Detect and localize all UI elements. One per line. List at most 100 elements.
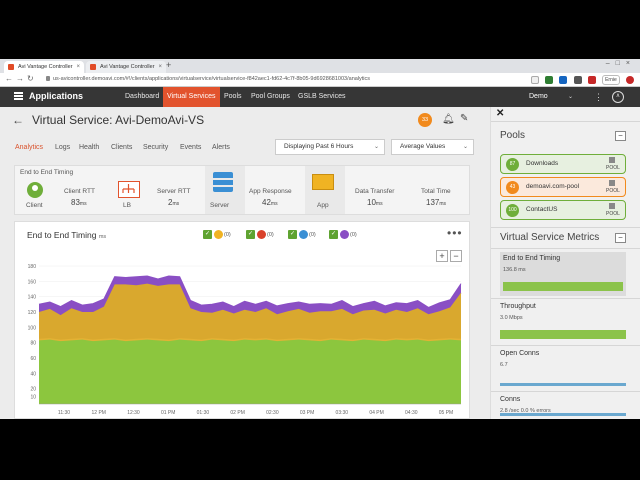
end-to-end-summary: End to End Timing Client Client RTT 83ms… (14, 165, 470, 215)
y-tick-label: 160 (28, 279, 37, 285)
x-tick-label: 12 PM (92, 410, 106, 416)
extension-icon[interactable] (573, 76, 582, 84)
value-type-value: Average Values (400, 143, 446, 150)
health-score-badge: 87 (506, 158, 519, 171)
server-node[interactable]: Server (205, 166, 245, 214)
y-tick-label: 80 (30, 341, 36, 347)
lb-diagram (122, 184, 135, 193)
tab-events[interactable]: Events (180, 144, 201, 151)
address-bar: ← → ↻ us-avicontroller.demoavi.com/#!/cl… (0, 73, 640, 87)
metrics-heading: Virtual Service Metrics (500, 232, 600, 243)
y-tick-label: 180 (28, 264, 37, 270)
forward-nav-icon[interactable]: → (16, 74, 24, 83)
x-tick-label: 03:30 (336, 410, 349, 416)
metric-end-to-end-timing[interactable]: End to End Timing 136.8 ms (500, 252, 626, 296)
screen: Avi Vantage Controller × Avi Vantage Con… (0, 59, 640, 419)
star-icon[interactable] (530, 76, 539, 84)
client-icon[interactable] (27, 182, 43, 198)
total-time-label: Total Time (421, 188, 451, 195)
metric-value: 3.0 Mbps (500, 315, 523, 321)
divider (491, 345, 640, 346)
extension-icon[interactable] (559, 76, 568, 84)
alert-count-badge[interactable]: 33 (418, 113, 432, 127)
extension-icon[interactable] (545, 76, 554, 84)
app-node[interactable]: App (305, 166, 345, 214)
app-response-value: 42ms (262, 198, 278, 207)
end-to-end-chart-panel: End to End Timing ms ✓ (0) ✓ (0) ✓ (0) ✓ (0)… (14, 221, 470, 419)
nav-pool-groups[interactable]: Pool Groups (247, 87, 294, 107)
reload-icon[interactable]: ↻ (27, 74, 34, 83)
lock-icon (46, 76, 50, 81)
health-score-badge: 43 (506, 181, 519, 194)
metric-conns[interactable]: Conns 2.8 /sec 0.0 % errors (500, 393, 626, 419)
metric-sparkline (503, 282, 623, 291)
divider (491, 248, 640, 249)
page-title: Virtual Service: Avi-DemoAvi-VS (32, 113, 205, 127)
client-rtt-number: 83 (71, 198, 80, 207)
metric-open-conns[interactable]: Open Conns 6.7 (500, 347, 626, 391)
browser-tab[interactable]: Avi Vantage Controller × (4, 61, 84, 73)
bell-icon[interactable]: 🔔︎ (442, 114, 455, 125)
app-response-number: 42 (262, 198, 271, 207)
metric-label: End to End Timing (503, 255, 561, 262)
x-tick-label: 01:30 (197, 410, 210, 416)
browser-tab[interactable]: Avi Vantage Controller × (86, 61, 166, 73)
app-response-label: App Response (249, 188, 292, 195)
pool-item[interactable]: 100 ContactUS POOL (500, 200, 626, 220)
tab-alerts[interactable]: Alerts (212, 144, 230, 151)
hamburger-menu-icon[interactable] (14, 92, 23, 100)
new-tab-icon[interactable]: + (166, 60, 171, 70)
extension-icon[interactable] (587, 76, 596, 84)
nav-dashboard[interactable]: Dashboard (121, 87, 163, 107)
pool-item[interactable]: 43 demoavi.com-pool POOL (500, 177, 626, 197)
load-balancer-icon[interactable] (118, 181, 140, 198)
nav-pools[interactable]: Pools (220, 87, 246, 107)
x-tick-label: 05 PM (439, 410, 453, 416)
browser-tab-label: Avi Vantage Controller (100, 64, 155, 70)
chevron-down-icon: ⌄ (462, 144, 468, 150)
pool-icon (609, 180, 615, 186)
back-nav-icon[interactable]: ← (5, 74, 13, 83)
y-tick-label: 120 (28, 310, 37, 316)
close-icon[interactable]: ✕ (496, 108, 504, 119)
collapse-metrics-button[interactable]: − (615, 233, 626, 243)
collapse-pools-button[interactable]: − (615, 131, 626, 141)
more-vertical-icon[interactable]: ⋮ (594, 87, 603, 107)
chevron-down-icon[interactable]: ⌄ (568, 87, 573, 107)
y-tick-label: 10 (30, 394, 36, 400)
x-tick-label: 04 PM (369, 410, 383, 416)
server-icon (213, 172, 233, 192)
value-type-select[interactable]: Average Values ⌄ (391, 139, 474, 155)
edit-pencil-icon[interactable]: ✎ (460, 113, 468, 124)
summary-title: End to End Timing (20, 169, 74, 176)
metric-label: Throughput (500, 303, 536, 310)
tab-clients[interactable]: Clients (111, 144, 132, 151)
tab-analytics[interactable]: Analytics (15, 144, 43, 151)
divider (491, 298, 640, 299)
chevron-down-icon: ⌄ (373, 144, 379, 150)
tab-logs[interactable]: Logs (55, 144, 70, 151)
client-label: Client (26, 202, 43, 209)
close-tab-icon[interactable]: × (76, 61, 80, 73)
nav-gslb-services[interactable]: GSLB Services (294, 87, 349, 107)
tab-health[interactable]: Health (79, 144, 99, 151)
back-arrow-icon[interactable]: ← (12, 113, 24, 127)
chart-canvas[interactable]: 1020 40 60 80 100 120 140 160 180 11:30 12 PM 12:30… (15, 222, 471, 419)
pool-item[interactable]: 87 Downloads POOL (500, 154, 626, 174)
tab-security[interactable]: Security (143, 144, 168, 151)
window-controls-icon[interactable]: –□× (606, 60, 636, 67)
tenant-selector[interactable]: Demo (529, 87, 548, 107)
profile-button[interactable]: Ernie (602, 75, 620, 85)
menu-icon[interactable] (626, 76, 634, 84)
nav-virtual-services[interactable]: Virtual Services (163, 87, 220, 107)
client-rtt-value: 83ms (71, 198, 87, 207)
url-field[interactable]: us-avicontroller.demoavi.com/#!/clients/… (46, 76, 370, 82)
avi-logo-icon[interactable]: ∧ (612, 91, 624, 103)
pool-icon (609, 157, 615, 163)
series-area (39, 339, 461, 404)
time-range-select[interactable]: Displaying Past 6 Hours ⌄ (275, 139, 385, 155)
unit-label: ms (172, 201, 180, 207)
close-tab-icon[interactable]: × (158, 61, 162, 73)
metric-throughput[interactable]: Throughput 3.0 Mbps (500, 300, 626, 344)
pools-heading: Pools (500, 130, 526, 141)
